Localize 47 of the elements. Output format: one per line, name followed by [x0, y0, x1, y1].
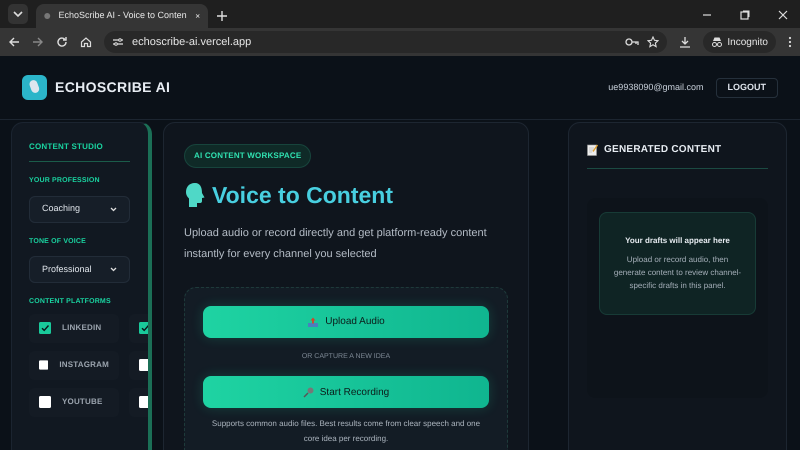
chevron-icon: [110, 267, 117, 272]
microphone-logo-icon: [22, 75, 47, 100]
checkbox[interactable]: [139, 396, 148, 408]
globe-icon: [44, 10, 50, 22]
sidebar-title: CONTENT STUDIO: [29, 141, 130, 162]
empty-state-text: Upload or record audio, then generate content to review channel-specific drafts in this panel.: [612, 254, 742, 292]
upload-tray-icon: [307, 316, 320, 326]
checkbox[interactable]: [139, 359, 148, 371]
brand-name: ECHOSCRIBE AI: [55, 78, 170, 97]
browser-tab[interactable]: EchoScribe AI - Voice to Conten: [36, 4, 208, 28]
start-recording-button[interactable]: Start Recording: [203, 376, 489, 408]
checkbox[interactable]: [39, 359, 48, 371]
incognito-icon: [711, 36, 724, 48]
reload-icon[interactable]: [56, 36, 68, 48]
chevron-icon: [110, 206, 117, 212]
memo-icon: [587, 144, 598, 156]
tab-list-icon[interactable]: [8, 4, 28, 24]
star-icon[interactable]: [647, 36, 660, 48]
page-title: Voice to Content: [212, 181, 394, 210]
url-text: echoscribe-ai.vercel.app: [132, 34, 252, 50]
menu-icon[interactable]: [788, 36, 792, 48]
description-text: Upload audio or record directly and get platform-ready content instantly for every channel you selected: [184, 226, 488, 262]
incognito-button[interactable]: Incognito: [703, 31, 776, 53]
close-icon[interactable]: [194, 11, 200, 21]
home-icon[interactable]: [80, 36, 92, 48]
address-bar[interactable]: echoscribe-ai.vercel.app: [104, 31, 668, 53]
panel-title: GENERATED CONTENT: [604, 143, 722, 157]
back-icon[interactable]: [8, 36, 20, 48]
key-icon[interactable]: [625, 37, 640, 47]
speaking-head-icon: [184, 182, 206, 208]
checkbox[interactable]: [39, 322, 51, 334]
hint-text: Supports common audio files. Best results come from clear speech and one core idea per recording.: [210, 418, 482, 445]
logout-button[interactable]: LOGOUT: [716, 78, 778, 98]
new-tab-icon[interactable]: [216, 10, 228, 22]
upload-audio-button[interactable]: Upload Audio: [203, 306, 489, 338]
close-icon[interactable]: [778, 10, 788, 20]
checkbox[interactable]: [139, 322, 148, 334]
empty-state-title: Your drafts will appear here: [624, 235, 731, 247]
dropdown[interactable]: Coaching: [29, 196, 130, 222]
section-badge: AI CONTENT WORKSPACE: [184, 144, 312, 168]
user-email: ue9938090@gmail.com: [608, 80, 704, 94]
dropdown[interactable]: Professional: [29, 256, 130, 283]
download-icon[interactable]: [679, 36, 692, 48]
restore-icon[interactable]: [740, 10, 750, 20]
site-settings-icon: [112, 36, 124, 48]
forward-icon[interactable]: [32, 36, 44, 48]
checkbox[interactable]: [39, 396, 51, 408]
